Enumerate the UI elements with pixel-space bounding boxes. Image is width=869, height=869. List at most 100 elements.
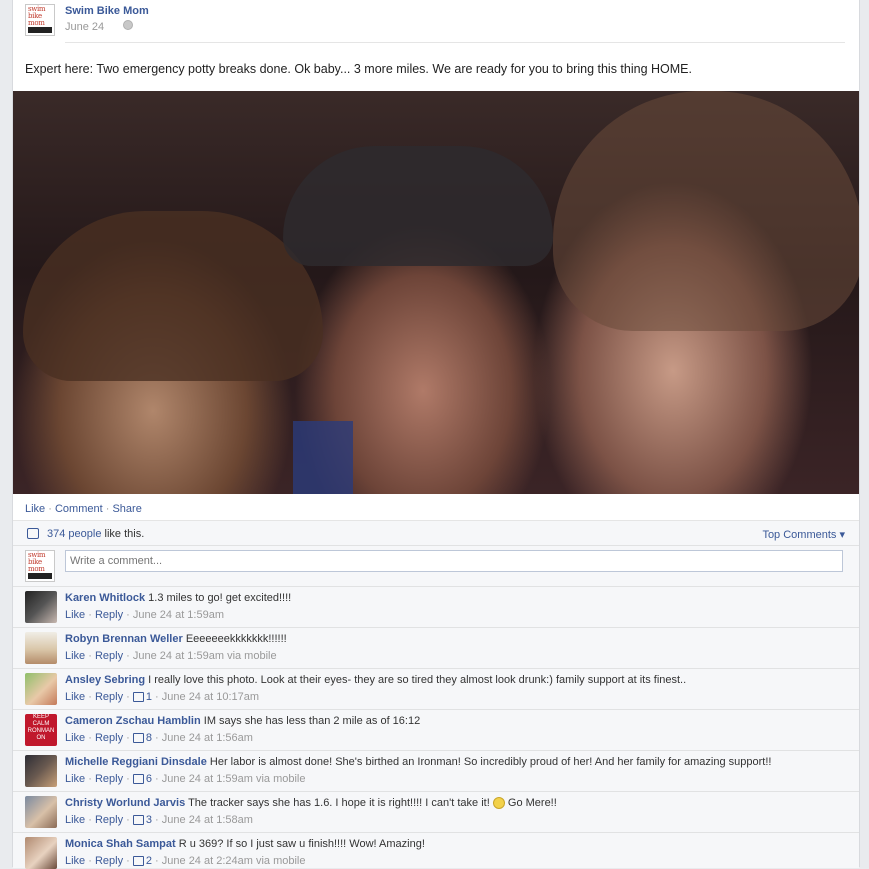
- avatar[interactable]: [25, 591, 57, 623]
- avatar[interactable]: [25, 796, 57, 828]
- like-link[interactable]: Like: [25, 503, 45, 515]
- post-card: swim bike mom Swim Bike Mom June 24 Expe…: [12, 0, 860, 869]
- comment-reply-link[interactable]: Reply: [95, 855, 123, 867]
- like-count-value: 2: [145, 855, 152, 867]
- thumbs-up-icon: [132, 692, 144, 703]
- comment-item: Ansley Sebring I really love this photo.…: [13, 668, 859, 709]
- thumbs-up-icon: [132, 774, 144, 785]
- avatar[interactable]: [25, 755, 57, 787]
- avatar[interactable]: [25, 632, 57, 664]
- comment-like-link[interactable]: Like: [65, 855, 85, 867]
- thumbs-up-icon: [132, 815, 144, 826]
- smiley-icon: [492, 797, 505, 810]
- comment-body: R u 369? If so I just saw u finish!!!! W…: [178, 838, 425, 850]
- like-count-value: 6: [145, 773, 152, 785]
- comment-link[interactable]: Comment: [55, 503, 103, 515]
- comment-body: I really love this photo. Look at their …: [148, 674, 687, 686]
- comment-body: Eeeeeeekkkkkkk!!!!!!: [185, 633, 287, 645]
- share-link[interactable]: Share: [112, 503, 141, 515]
- likes-text: 374 people like this.: [47, 528, 144, 540]
- comment-like-link[interactable]: Like: [65, 609, 85, 621]
- comment-like-link[interactable]: Like: [65, 814, 85, 826]
- globe-icon: [123, 20, 133, 30]
- comment-like-count[interactable]: 6: [132, 773, 152, 785]
- post-date[interactable]: June 24: [65, 21, 104, 33]
- comment-item: Robyn Brennan Weller Eeeeeeekkkkkkk!!!!!…: [13, 627, 859, 668]
- comment-body: Her labor is almost done! She's birthed …: [209, 756, 772, 768]
- likes-count-link[interactable]: 374 people: [47, 528, 101, 540]
- comment-meta: Like · Reply · June 24 at 1:59am via mob…: [65, 650, 277, 662]
- comment-reply-link[interactable]: Reply: [95, 609, 123, 621]
- comment-time[interactable]: June 24 at 1:59am: [162, 773, 253, 785]
- commenter-name[interactable]: Monica Shah Sampat: [65, 838, 176, 850]
- thumbs-up-icon: [132, 856, 144, 867]
- comment-item: Christy Worlund Jarvis The tracker says …: [13, 791, 859, 832]
- top-comments-dropdown[interactable]: Top Comments ▾: [762, 528, 845, 541]
- likes-suffix: like this.: [101, 528, 145, 540]
- comment-meta: Like · Reply · 3 · June 24 at 1:58am: [65, 814, 253, 826]
- comment-body-tail: Go Mere!!: [507, 797, 557, 809]
- header-divider: [65, 42, 845, 43]
- post-actions: Like · Comment · Share: [25, 503, 142, 515]
- comment-time[interactable]: June 24 at 1:58am: [162, 814, 253, 826]
- post-photo[interactable]: [13, 91, 859, 494]
- commenter-name[interactable]: Ansley Sebring: [65, 674, 145, 686]
- avatar[interactable]: [25, 673, 57, 705]
- comment-item: Monica Shah Sampat R u 369? If so I just…: [13, 832, 859, 869]
- comment-item: Karen Whitlock 1.3 miles to go! get exci…: [13, 586, 859, 627]
- like-count-value: 8: [145, 732, 152, 744]
- photo-cap: [283, 146, 553, 266]
- comment-reply-link[interactable]: Reply: [95, 814, 123, 826]
- page-avatar[interactable]: swim bike mom: [25, 4, 55, 36]
- logo-text: swim bike mom: [28, 551, 46, 573]
- commenter-name[interactable]: Christy Worlund Jarvis: [65, 797, 185, 809]
- comment-like-count[interactable]: 3: [132, 814, 152, 826]
- comment-via: via mobile: [255, 773, 306, 785]
- post-author-link[interactable]: Swim Bike Mom: [65, 5, 149, 17]
- comment-like-count[interactable]: 1: [132, 691, 152, 703]
- thumbs-up-icon: [27, 528, 39, 539]
- comment-like-count[interactable]: 2: [132, 855, 152, 867]
- comment-reply-link[interactable]: Reply: [95, 650, 123, 662]
- avatar[interactable]: KEEP CALM RONMAN ON: [25, 714, 57, 746]
- comment-body: IM says she has less than 2 mile as of 1…: [203, 715, 421, 727]
- composer-avatar: swim bike mom: [25, 550, 55, 582]
- comment-text: Christy Worlund Jarvis The tracker says …: [65, 797, 557, 810]
- commenter-name[interactable]: Cameron Zschau Hamblin: [65, 715, 201, 727]
- comment-item: KEEP CALM RONMAN ON Cameron Zschau Hambl…: [13, 709, 859, 750]
- avatar[interactable]: [25, 837, 57, 869]
- post-message: Expert here: Two emergency potty breaks …: [25, 62, 692, 76]
- comment-meta: Like · Reply · June 24 at 1:59am: [65, 609, 224, 621]
- comment-meta: Like · Reply · 8 · June 24 at 1:56am: [65, 732, 253, 744]
- separator: ·: [48, 503, 55, 515]
- photo-shirt: [293, 421, 353, 494]
- post-header: swim bike mom Swim Bike Mom June 24: [25, 4, 857, 42]
- comment-text: Ansley Sebring I really love this photo.…: [65, 674, 686, 686]
- logo-icons: [28, 27, 52, 33]
- comment-meta: Like · Reply · 6 · June 24 at 1:59am via…: [65, 773, 306, 785]
- comment-time[interactable]: June 24 at 1:59am: [133, 650, 224, 662]
- comment-time[interactable]: June 24 at 2:24am: [162, 855, 253, 867]
- comment-meta: Like · Reply · 2 · June 24 at 2:24am via…: [65, 855, 306, 867]
- commenter-name[interactable]: Karen Whitlock: [65, 592, 145, 604]
- comment-body: 1.3 miles to go! get excited!!!!: [148, 592, 292, 604]
- comment-time[interactable]: June 24 at 10:17am: [162, 691, 259, 703]
- like-count-value: 1: [145, 691, 152, 703]
- comment-reply-link[interactable]: Reply: [95, 691, 123, 703]
- comment-body: The tracker says she has 1.6. I hope it …: [188, 797, 490, 809]
- comment-time[interactable]: June 24 at 1:56am: [162, 732, 253, 744]
- comment-like-link[interactable]: Like: [65, 691, 85, 703]
- commenter-name[interactable]: Michelle Reggiani Dinsdale: [65, 756, 207, 768]
- comment-reply-link[interactable]: Reply: [95, 732, 123, 744]
- comment-reply-link[interactable]: Reply: [95, 773, 123, 785]
- comment-like-link[interactable]: Like: [65, 732, 85, 744]
- comment-like-count[interactable]: 8: [132, 732, 152, 744]
- logo-text: swim bike mom: [28, 5, 46, 27]
- comment-time[interactable]: June 24 at 1:59am: [133, 609, 224, 621]
- commenter-name[interactable]: Robyn Brennan Weller: [65, 633, 183, 645]
- comment-like-link[interactable]: Like: [65, 650, 85, 662]
- logo-icons: [28, 573, 52, 579]
- comment-input[interactable]: [65, 550, 843, 572]
- comment-like-link[interactable]: Like: [65, 773, 85, 785]
- comment-meta: Like · Reply · 1 · June 24 at 10:17am: [65, 691, 260, 703]
